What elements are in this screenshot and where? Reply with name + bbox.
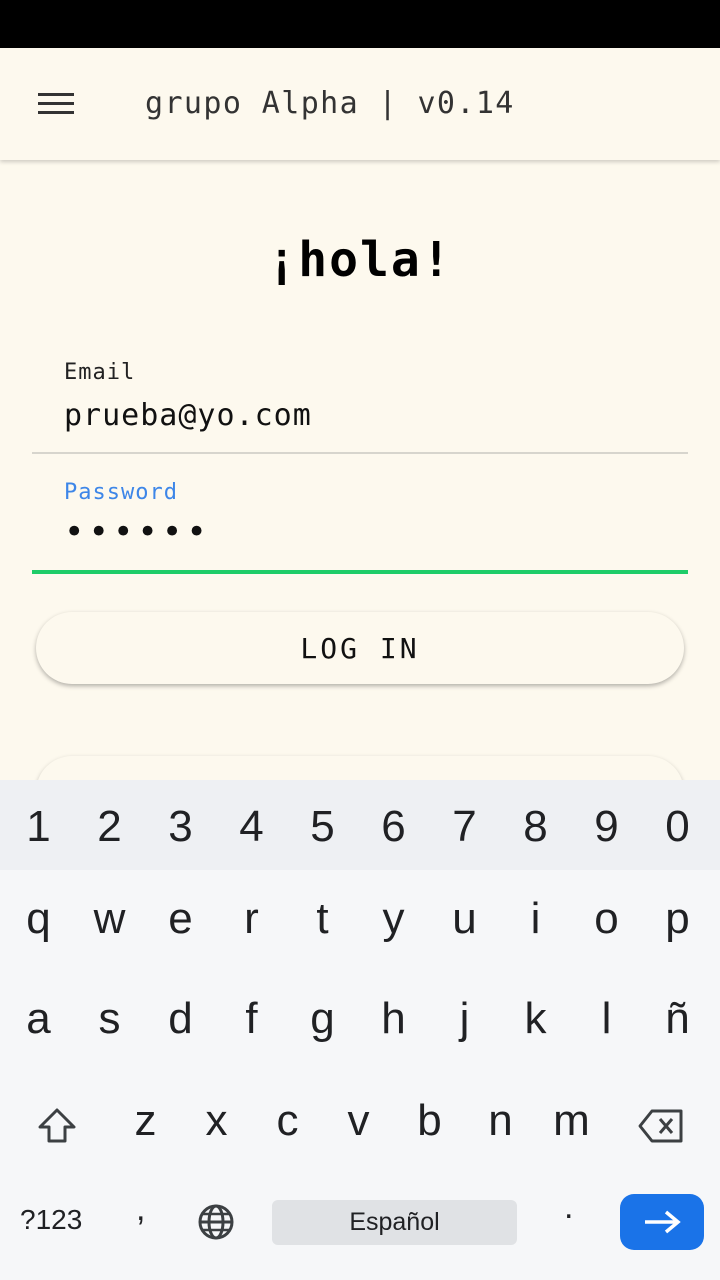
key-u[interactable]: u [429,894,500,944]
period-key[interactable]: . [564,1188,573,1227]
email-input[interactable] [64,398,664,433]
key-3[interactable]: 3 [145,802,216,852]
key-i[interactable]: i [500,894,571,944]
key-o[interactable]: o [571,894,642,944]
key-1[interactable]: 1 [3,802,74,852]
key-2[interactable]: 2 [74,802,145,852]
key-5[interactable]: 5 [287,802,358,852]
key-s[interactable]: s [74,994,145,1044]
key-b[interactable]: b [394,1096,465,1146]
key-x[interactable]: x [181,1096,252,1146]
key-8[interactable]: 8 [500,802,571,852]
app-title: grupo Alpha | v0.14 [145,86,515,121]
key-w[interactable]: w [74,894,145,944]
password-label: Password [64,480,178,505]
symbols-key[interactable]: ?123 [20,1204,82,1236]
key-ñ[interactable]: ñ [642,994,713,1044]
key-j[interactable]: j [429,994,500,1044]
key-r[interactable]: r [216,894,287,944]
key-z[interactable]: z [110,1096,181,1146]
backspace-icon[interactable] [638,1108,684,1149]
status-bar [0,0,720,48]
on-screen-keyboard: 1234567890 qwertyuiop asdfghjklñ zxcvbnm… [0,780,720,1280]
password-input[interactable]: •••••• [64,512,211,552]
key-0[interactable]: 0 [642,802,713,852]
key-m[interactable]: m [536,1096,607,1146]
key-h[interactable]: h [358,994,429,1044]
key-k[interactable]: k [500,994,571,1044]
key-t[interactable]: t [287,894,358,944]
globe-icon[interactable] [196,1202,236,1247]
email-field[interactable]: Email [32,356,688,454]
key-n[interactable]: n [465,1096,536,1146]
key-c[interactable]: c [252,1096,323,1146]
key-6[interactable]: 6 [358,802,429,852]
key-7[interactable]: 7 [429,802,500,852]
key-a[interactable]: a [3,994,74,1044]
key-f[interactable]: f [216,994,287,1044]
key-p[interactable]: p [642,894,713,944]
key-g[interactable]: g [287,994,358,1044]
key-d[interactable]: d [145,994,216,1044]
key-l[interactable]: l [571,994,642,1044]
key-q[interactable]: q [3,894,74,944]
password-field[interactable]: Password •••••• [32,476,688,574]
email-label: Email [64,360,136,385]
key-4[interactable]: 4 [216,802,287,852]
login-button[interactable]: LOG IN [36,612,684,684]
shift-icon[interactable] [36,1106,78,1151]
key-v[interactable]: v [323,1096,394,1146]
key-e[interactable]: e [145,894,216,944]
space-key[interactable]: Español [272,1200,517,1245]
arrow-right-icon[interactable] [620,1194,704,1250]
comma-key[interactable]: , [136,1190,145,1229]
hamburger-menu-icon[interactable] [30,84,82,124]
key-9[interactable]: 9 [571,802,642,852]
app-bar: grupo Alpha | v0.14 [0,48,720,160]
greeting-heading: ¡hola! [267,232,453,288]
key-y[interactable]: y [358,894,429,944]
